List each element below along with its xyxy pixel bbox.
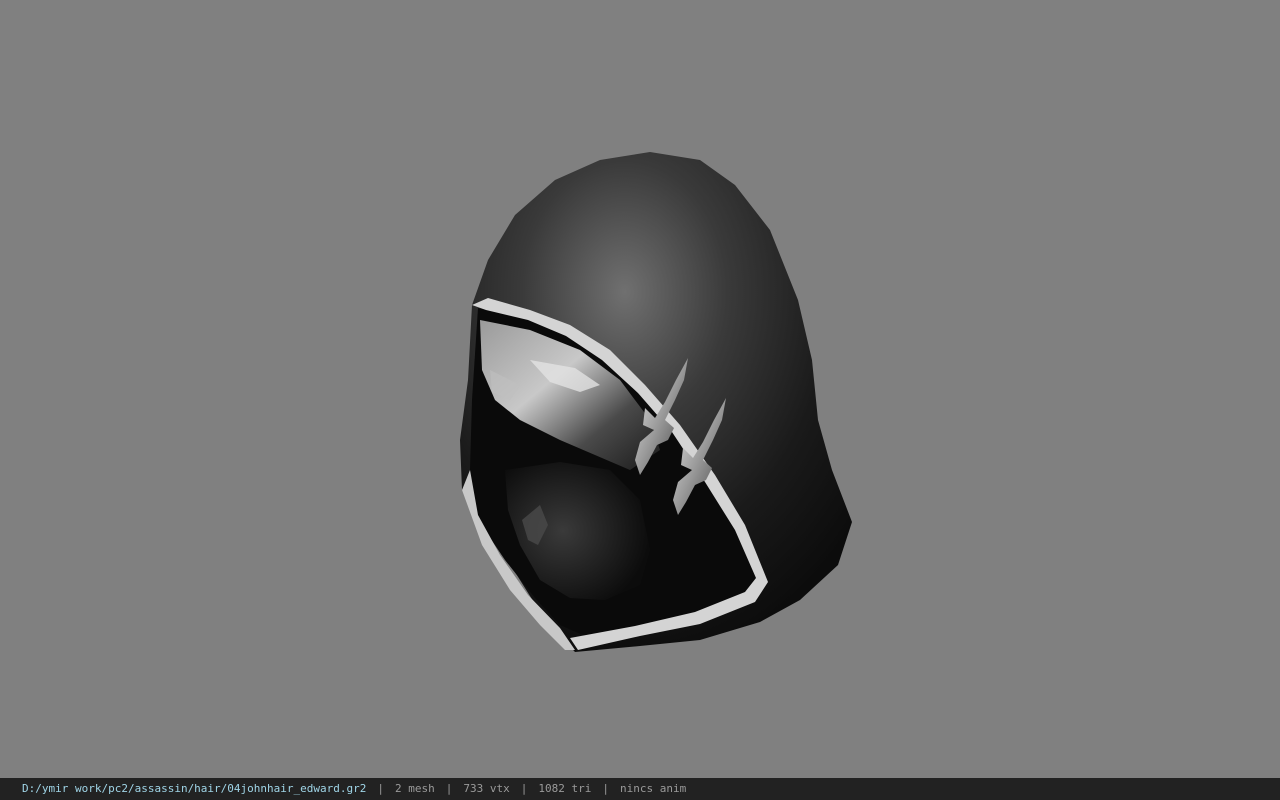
- animation-label: nincs anim: [619, 782, 687, 795]
- separator: |: [520, 782, 528, 795]
- status-bar: D:/ymir work/pc2/assassin/hair/04johnhai…: [0, 778, 1280, 800]
- vertex-count-label: 733 vtx: [463, 782, 510, 795]
- separator: |: [602, 782, 609, 795]
- hooded-head-model: [460, 152, 852, 652]
- triangle-count-label: 1082 tri: [538, 782, 592, 795]
- separator: |: [445, 782, 453, 795]
- file-path-label: D:/ymir work/pc2/assassin/hair/04johnhai…: [22, 782, 367, 795]
- 3d-viewport[interactable]: [0, 0, 1280, 778]
- mesh-count-label: 2 mesh: [395, 782, 435, 795]
- separator: |: [377, 782, 384, 795]
